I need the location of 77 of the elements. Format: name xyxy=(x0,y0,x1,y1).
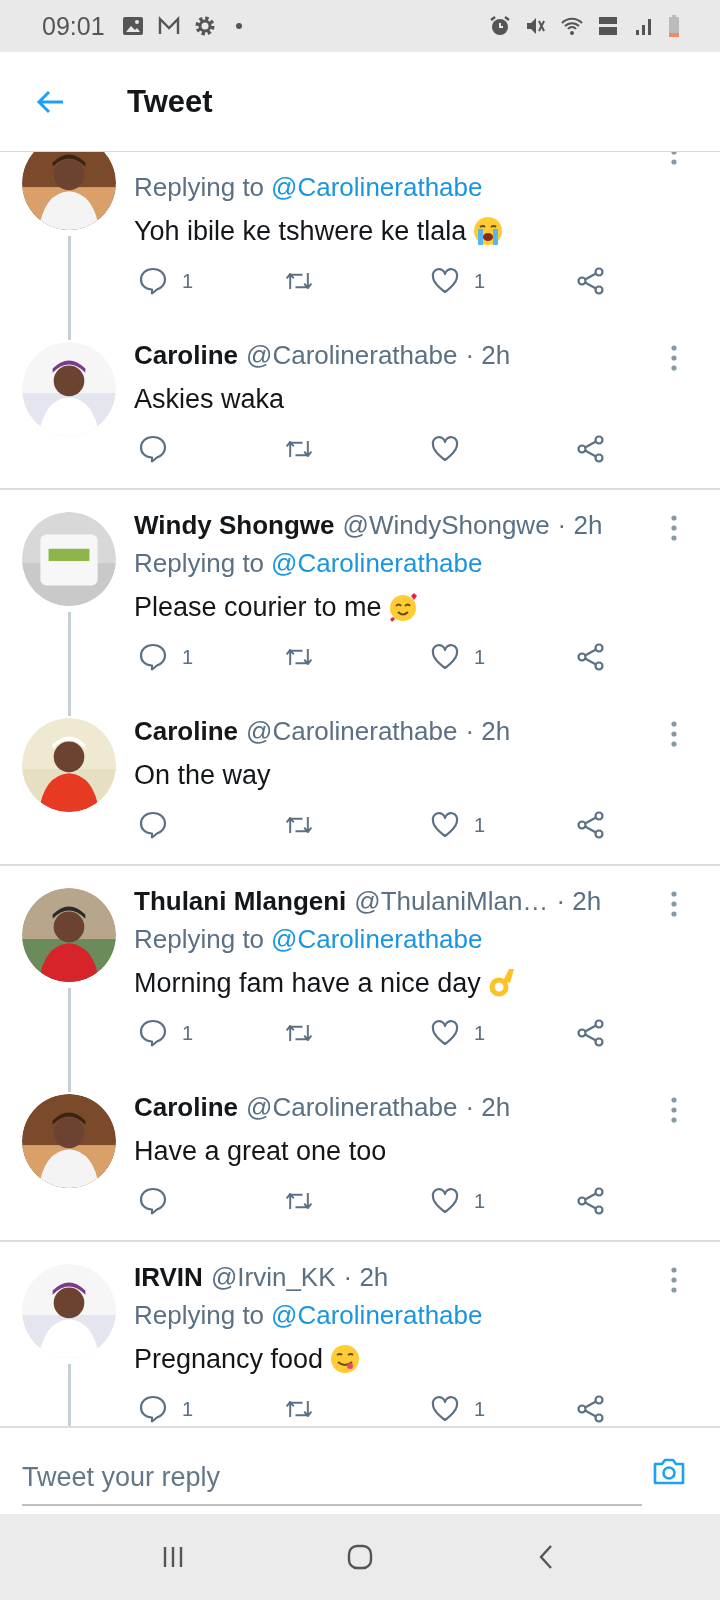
like-icon[interactable] xyxy=(430,1186,460,1216)
reply-count: 1 xyxy=(182,269,194,293)
tweet-time: · 2h xyxy=(465,1091,511,1123)
user-name[interactable]: Caroline xyxy=(134,339,239,371)
tweet-time: · 2h xyxy=(465,339,511,371)
user-handle: @ThulaniMlan… xyxy=(354,885,549,917)
user-handle: @Irvin_KK xyxy=(210,1261,336,1293)
user-name[interactable]: Windy Shongwe xyxy=(134,509,335,541)
user-handle: @WindyShongwe xyxy=(342,509,550,541)
replying-to-text: Replying to @Carolinerathabe xyxy=(134,1298,484,1333)
like-count: 1 xyxy=(474,1397,486,1421)
user-handle: @Carolinerathabe xyxy=(246,339,458,371)
reply-icon[interactable] xyxy=(138,434,168,464)
user-name[interactable]: Caroline xyxy=(134,715,239,747)
reply-icon[interactable] xyxy=(138,1018,168,1048)
like-count: 1 xyxy=(474,1189,486,1213)
alarm-icon xyxy=(488,14,512,38)
reply-input-field[interactable]: Tweet your reply xyxy=(22,1450,642,1506)
reply-count: 1 xyxy=(182,645,194,669)
more-options-icon[interactable] xyxy=(670,514,678,542)
reply-icon[interactable] xyxy=(138,1186,168,1216)
tweet-text: Have a great one too xyxy=(134,1135,387,1167)
user-name[interactable]: IRVIN xyxy=(134,1261,203,1293)
more-options-icon[interactable] xyxy=(670,890,678,918)
share-icon[interactable] xyxy=(576,1018,606,1048)
reply-count: 1 xyxy=(182,1397,194,1421)
like-count: 1 xyxy=(474,269,486,293)
like-count: 1 xyxy=(474,645,486,669)
tweet-text: Askies waka xyxy=(134,383,285,415)
replying-to-text: Replying to @Carolinerathabe xyxy=(134,922,484,957)
image-icon xyxy=(120,14,145,38)
more-options-icon[interactable] xyxy=(670,1096,678,1124)
status-time: 09:01 xyxy=(42,11,105,41)
user-handle: @Carolinerathabe xyxy=(246,1091,458,1123)
like-icon[interactable] xyxy=(430,642,460,672)
tweet-time: · 2h xyxy=(556,885,602,917)
share-icon[interactable] xyxy=(576,266,606,296)
user-name[interactable]: Thulani Mlangeni xyxy=(134,885,347,917)
like-icon[interactable] xyxy=(430,266,460,296)
share-icon[interactable] xyxy=(576,1186,606,1216)
like-icon[interactable] xyxy=(430,434,460,464)
tweet-text: Yoh ibile ke tshwere ke tlala xyxy=(134,215,467,247)
share-icon[interactable] xyxy=(576,642,606,672)
reply-icon[interactable] xyxy=(138,810,168,840)
more-options-icon[interactable] xyxy=(670,1266,678,1294)
share-icon[interactable] xyxy=(576,1394,606,1424)
tweet-text: Pregnancy food xyxy=(134,1343,324,1375)
reply-icon[interactable] xyxy=(138,1394,168,1424)
like-count: 1 xyxy=(474,1021,486,1045)
replying-to-text: Replying to @Carolinerathabe xyxy=(134,546,484,581)
back-arrow-icon[interactable] xyxy=(35,88,65,115)
like-count: 1 xyxy=(474,813,486,837)
tweet-time: · 2h xyxy=(465,715,511,747)
home-icon[interactable] xyxy=(345,1542,375,1572)
share-icon[interactable] xyxy=(576,434,606,464)
tweet-time: · 2h xyxy=(343,1261,389,1293)
tweet-time: · 2h xyxy=(557,509,603,541)
page-title: Tweet xyxy=(127,83,213,120)
more-options-icon[interactable] xyxy=(670,720,678,748)
dot-icon xyxy=(234,22,243,30)
more-options-icon[interactable] xyxy=(670,344,678,372)
like-icon[interactable] xyxy=(430,1394,460,1424)
like-icon[interactable] xyxy=(430,810,460,840)
reply-icon[interactable] xyxy=(138,266,168,296)
volte-icon xyxy=(596,14,620,38)
like-icon[interactable] xyxy=(430,1018,460,1048)
replying-to-text: Replying to @Carolinerathabe xyxy=(134,170,484,205)
battery-icon xyxy=(668,14,680,38)
camera-icon[interactable] xyxy=(652,1456,686,1486)
tweet-text: On the way xyxy=(134,759,271,791)
tweet-text: Please courier to me xyxy=(134,591,382,623)
share-icon[interactable] xyxy=(576,810,606,840)
reply-icon[interactable] xyxy=(138,642,168,672)
user-name[interactable]: Caroline xyxy=(134,1091,239,1123)
reply-count: 1 xyxy=(182,1021,194,1045)
user-handle: @Carolinerathabe xyxy=(246,715,458,747)
tweet-text: Morning fam have a nice day xyxy=(134,967,481,999)
